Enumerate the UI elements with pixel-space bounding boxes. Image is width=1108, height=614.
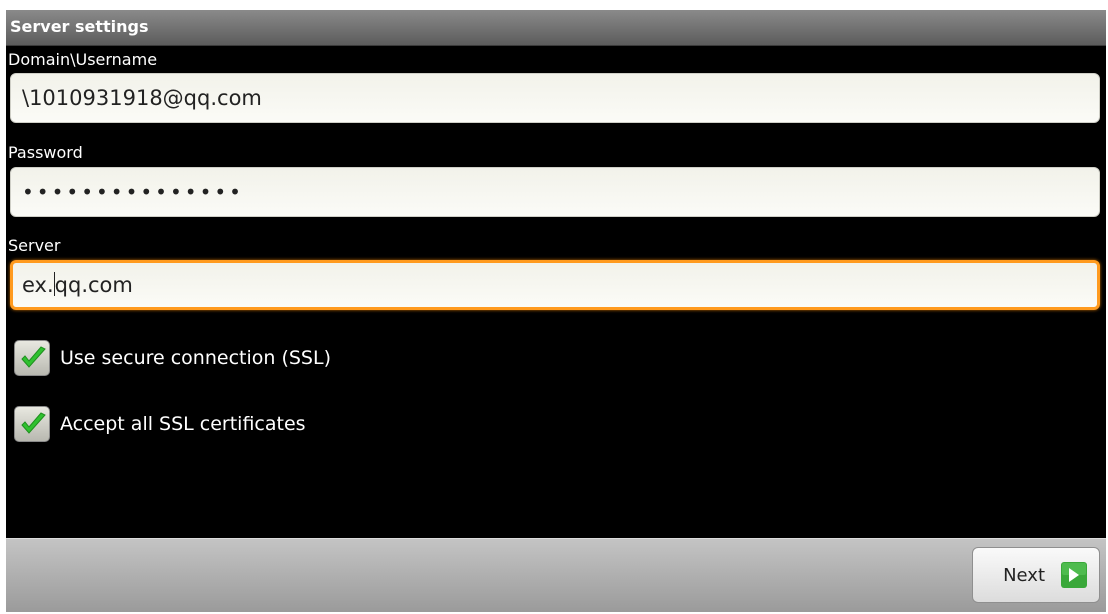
password-value: ••••••••••••••• [22,180,244,204]
accept-certs-checkbox-label: Accept all SSL certificates [60,413,306,435]
server-field[interactable]: ex.qq.com [10,260,1100,310]
password-field[interactable]: ••••••••••••••• [10,167,1100,217]
page-title: Server settings [10,17,149,36]
screen: Server settings Domain\Username \1010931… [6,10,1106,612]
ssl-checkbox-label: Use secure connection (SSL) [60,347,331,369]
check-icon [21,412,46,434]
accept-certs-checkbox[interactable] [14,406,50,442]
next-button[interactable]: Next [972,547,1100,603]
arrow-right-icon [1061,562,1087,588]
username-field[interactable]: \1010931918@qq.com [10,73,1100,123]
server-value-before-cursor: ex. [22,273,54,297]
next-button-label: Next [1003,564,1045,586]
server-value-after-cursor: qq.com [54,273,133,297]
title-bar: Server settings [6,10,1106,46]
server-label: Server [8,236,61,255]
ssl-checkbox[interactable] [14,340,50,376]
ssl-checkbox-row[interactable]: Use secure connection (SSL) [14,338,331,378]
bottom-action-bar: Next [6,538,1106,612]
password-label: Password [8,143,83,162]
accept-certs-checkbox-row[interactable]: Accept all SSL certificates [14,404,306,444]
username-value: \1010931918@qq.com [22,86,262,110]
username-label: Domain\Username [8,50,158,69]
check-icon [21,346,46,368]
